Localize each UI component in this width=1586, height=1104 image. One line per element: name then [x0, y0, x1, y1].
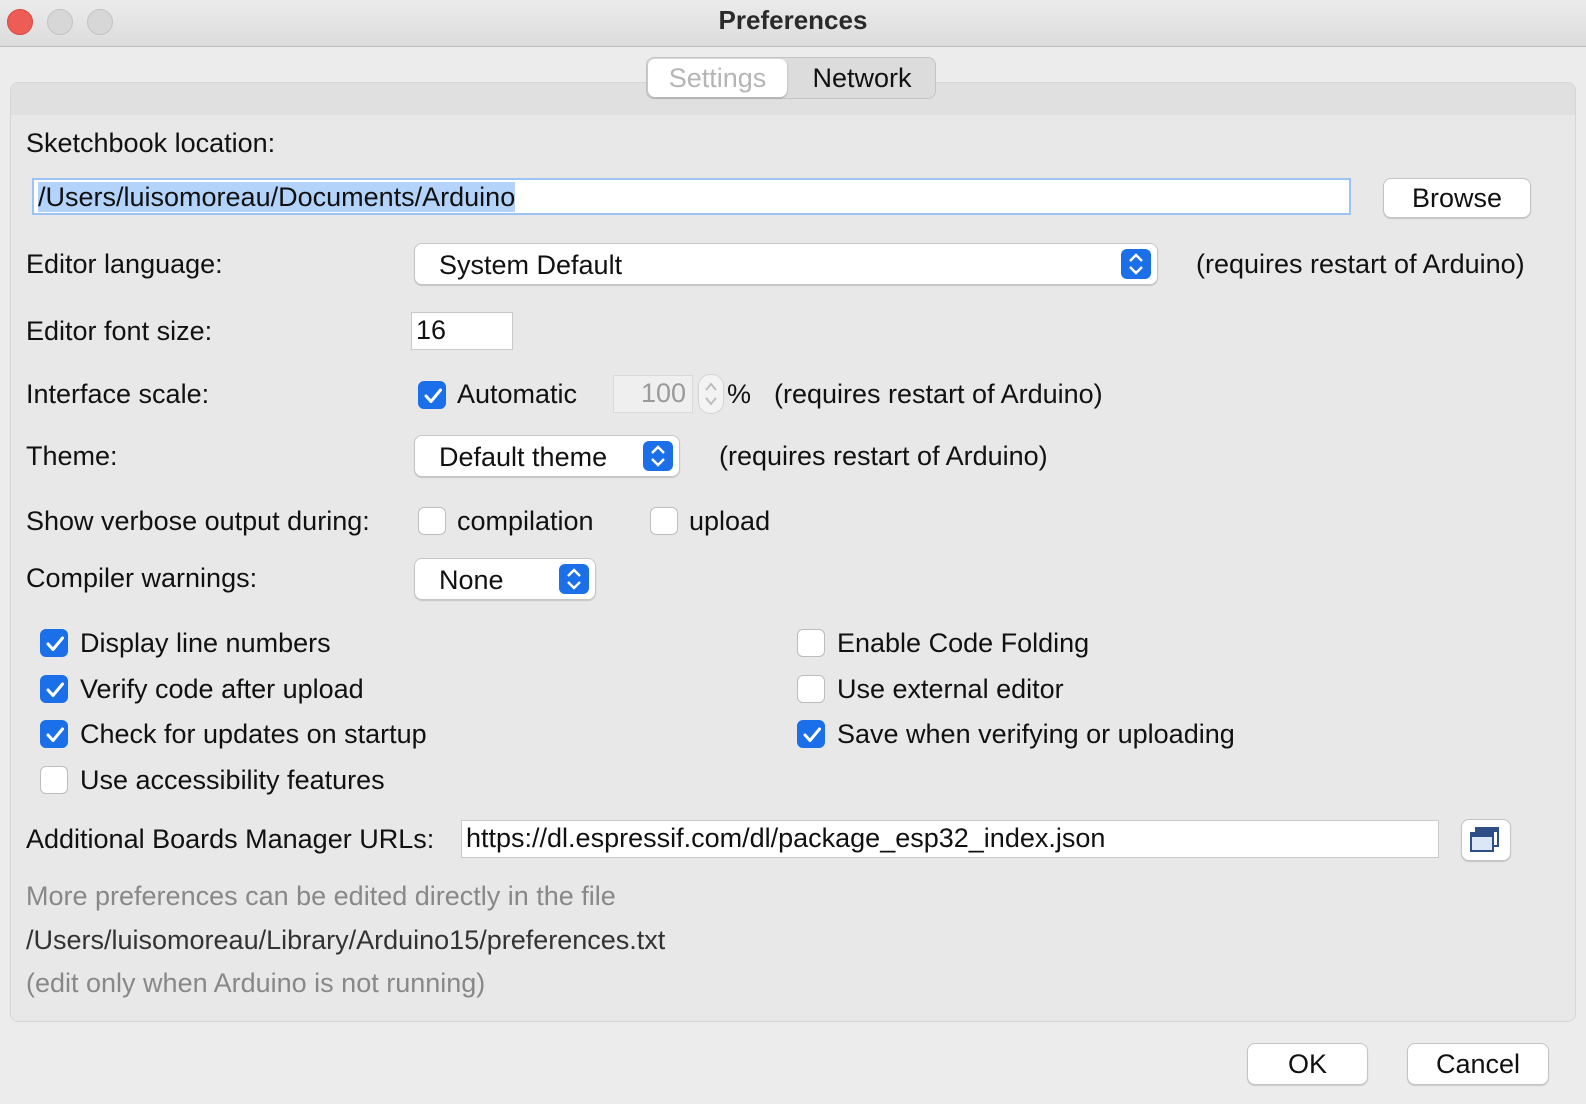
boards-manager-urls-label: Additional Boards Manager URLs:: [26, 824, 435, 854]
interface-scale-percent: %: [727, 379, 752, 409]
browse-button[interactable]: Browse: [1383, 178, 1531, 218]
sketchbook-location-value: /Users/luisomoreau/Documents/Arduino: [38, 182, 516, 212]
select-arrows-icon: [1121, 249, 1151, 279]
ok-button[interactable]: OK: [1247, 1043, 1368, 1085]
theme-label: Theme:: [26, 441, 118, 471]
window-title: Preferences: [718, 5, 868, 35]
accessibility-features-checkbox[interactable]: [40, 766, 68, 794]
preferences-file-note: More preferences can be edited directly …: [26, 881, 616, 911]
theme-restart-note: (requires restart of Arduino): [719, 441, 1048, 471]
verify-code-after-upload-checkbox[interactable]: [40, 675, 68, 703]
verify-code-after-upload-label: Verify code after upload: [80, 674, 364, 704]
select-arrows-icon: [643, 441, 673, 471]
enable-code-folding-checkbox[interactable]: [797, 629, 825, 657]
use-external-editor-checkbox[interactable]: [797, 675, 825, 703]
verbose-upload-label: upload: [689, 506, 771, 536]
verbose-compilation-label: compilation: [457, 506, 594, 536]
interface-scale-label: Interface scale:: [26, 379, 210, 409]
checkmark-icon: [46, 636, 64, 651]
select-arrows-icon: [559, 564, 589, 594]
tab-network[interactable]: Network: [790, 59, 934, 97]
editor-language-label: Editor language:: [26, 249, 223, 279]
display-line-numbers-checkbox[interactable]: [40, 629, 68, 657]
interface-scale-automatic-checkbox[interactable]: [418, 381, 446, 409]
use-external-editor-label: Use external editor: [837, 674, 1064, 704]
check-for-updates-label: Check for updates on startup: [80, 719, 427, 749]
editor-language-select[interactable]: System Default: [414, 243, 1158, 285]
checkmark-icon: [46, 727, 64, 742]
theme-select[interactable]: Default theme: [414, 435, 680, 477]
editor-font-size-input[interactable]: 16: [411, 312, 513, 350]
interface-scale-value-input[interactable]: 100: [613, 375, 693, 413]
boards-manager-urls-edit-button[interactable]: [1461, 819, 1511, 861]
interface-scale-stepper[interactable]: [698, 374, 724, 414]
verbose-compilation-checkbox[interactable]: [418, 507, 446, 535]
checkmark-icon: [46, 682, 64, 697]
cancel-button[interactable]: Cancel: [1407, 1043, 1549, 1085]
theme-value: Default theme: [439, 442, 608, 472]
enable-code-folding-label: Enable Code Folding: [837, 628, 1090, 658]
accessibility-features-label: Use accessibility features: [80, 765, 385, 795]
editor-language-restart-note: (requires restart of Arduino): [1196, 249, 1525, 279]
checkmark-icon: [803, 727, 821, 742]
compiler-warnings-value: None: [439, 565, 504, 595]
boards-manager-urls-input[interactable]: https://dl.espressif.com/dl/package_esp3…: [461, 820, 1439, 858]
save-when-verifying-label: Save when verifying or uploading: [837, 719, 1235, 749]
sketchbook-location-input[interactable]: /Users/luisomoreau/Documents/Arduino: [32, 178, 1351, 215]
verbose-upload-checkbox[interactable]: [650, 507, 678, 535]
check-for-updates-checkbox[interactable]: [40, 720, 68, 748]
sketchbook-location-label: Sketchbook location:: [26, 128, 276, 158]
compiler-warnings-select[interactable]: None: [414, 558, 596, 600]
stepper-arrows-icon: [705, 382, 717, 406]
interface-scale-automatic-label: Automatic: [457, 379, 578, 409]
open-window-icon: [1470, 827, 1499, 852]
preferences-file-path: /Users/luisomoreau/Library/Arduino15/pre…: [26, 925, 666, 955]
verbose-output-label: Show verbose output during:: [26, 506, 370, 536]
checkmark-icon: [424, 388, 442, 403]
display-line-numbers-label: Display line numbers: [80, 628, 331, 658]
compiler-warnings-label: Compiler warnings:: [26, 563, 258, 593]
save-when-verifying-checkbox[interactable]: [797, 720, 825, 748]
tab-settings[interactable]: Settings: [648, 59, 787, 97]
editor-font-size-label: Editor font size:: [26, 316, 213, 346]
interface-scale-restart-note: (requires restart of Arduino): [774, 379, 1103, 409]
editor-language-value: System Default: [439, 250, 623, 280]
preferences-edit-warning: (edit only when Arduino is not running): [26, 968, 486, 998]
